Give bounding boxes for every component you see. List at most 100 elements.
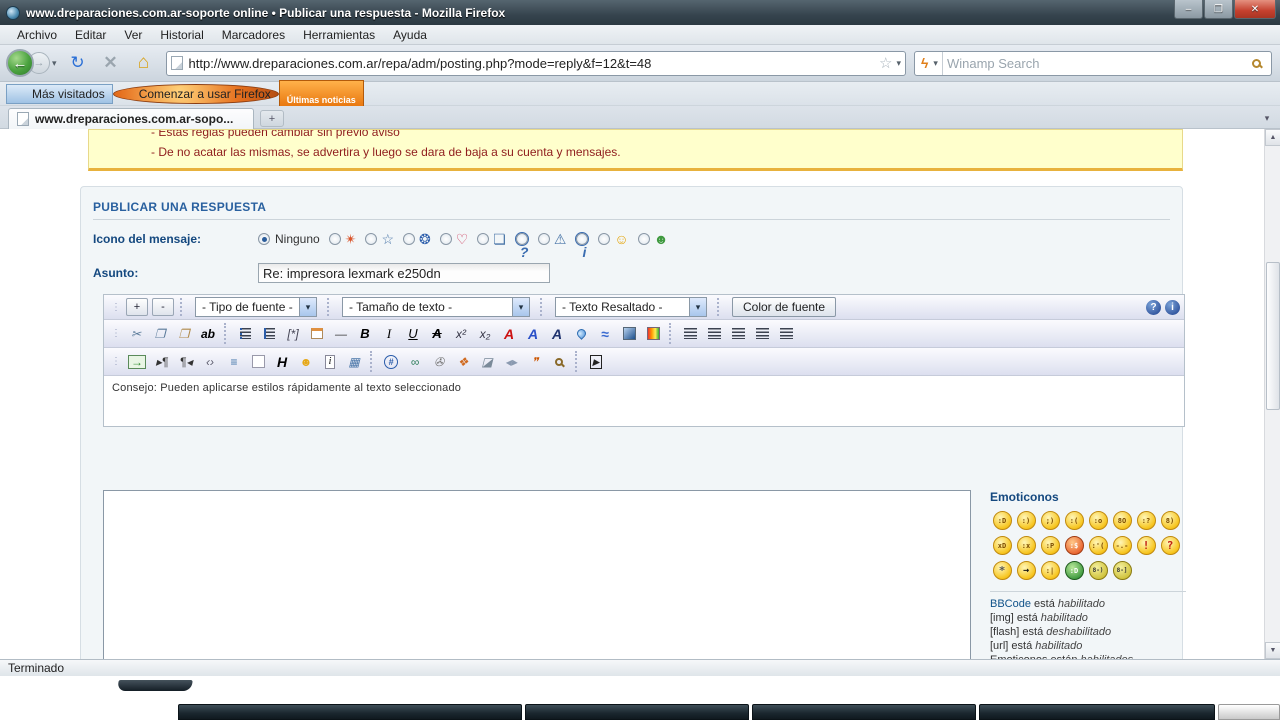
droplet-icon[interactable] — [570, 324, 592, 344]
exit-box-icon[interactable]: → — [125, 352, 149, 372]
emoticon-embarrassed[interactable]: :$ — [1062, 533, 1086, 558]
taskbar-button[interactable] — [752, 704, 976, 720]
bbcode-mascot-icon[interactable]: ❖ — [452, 352, 474, 372]
anchor-icon[interactable]: # — [380, 352, 402, 372]
home-icon[interactable]: ⌂ — [132, 51, 156, 75]
bold-icon[interactable]: B — [354, 324, 376, 344]
scrollbar-thumb[interactable] — [1266, 262, 1280, 410]
message-icon-radio[interactable] — [576, 233, 588, 245]
message-icon-radio[interactable] — [329, 233, 341, 245]
info-icon[interactable]: i — [1165, 300, 1180, 315]
emoticon-question[interactable]: ? — [1158, 533, 1182, 558]
url-dropdown-icon[interactable]: ▾ — [896, 58, 901, 69]
smiley-icon[interactable]: ☻ — [295, 352, 317, 372]
radioactive-icon[interactable]: ❂ — [403, 232, 431, 246]
taskbar-button[interactable] — [525, 704, 749, 720]
gradient-swatch-icon[interactable] — [618, 324, 640, 344]
scroll-down-icon[interactable]: ▼ — [1265, 642, 1280, 659]
search-magnifier-icon[interactable] — [1252, 59, 1261, 68]
taskbar-button[interactable] — [178, 704, 522, 720]
emoticon-laughing[interactable]: xD — [990, 533, 1014, 558]
code-icon[interactable]: ‹› — [199, 352, 221, 372]
subscript-icon[interactable]: x₂ — [474, 324, 496, 344]
scroll-up-icon[interactable]: ▲ — [1265, 129, 1280, 146]
menu-item[interactable]: Historial — [151, 26, 212, 44]
subject-input[interactable] — [258, 263, 550, 283]
ordered-list-icon[interactable] — [258, 324, 280, 344]
font-family-select[interactable]: - Tipo de fuente -▾ — [195, 297, 317, 317]
message-icon-none[interactable]: Ninguno — [258, 232, 320, 246]
search-input[interactable] — [947, 56, 1252, 71]
emoticon-mr-green[interactable]: :D — [1062, 558, 1086, 583]
blank-swatch-icon[interactable] — [247, 352, 269, 372]
paragraph-rtl-icon[interactable]: ¶◂ — [175, 352, 197, 372]
radio-none[interactable] — [258, 233, 270, 245]
emoticon-surprised[interactable]: :o — [1086, 508, 1110, 533]
emoticon-confused[interactable]: :? — [1134, 508, 1158, 533]
stop-icon[interactable]: ✕ — [99, 51, 123, 75]
speech-bubble-icon[interactable]: ❏ — [477, 232, 506, 246]
taskbar-button-active[interactable] — [1218, 704, 1280, 720]
bookmark-ultimas-noticias[interactable]: Últimas noticias — [279, 80, 364, 108]
attachment-icon[interactable]: ✇ — [428, 352, 450, 372]
rainbow-swatch-icon[interactable] — [642, 324, 664, 344]
media-icon[interactable]: ◂▸ — [500, 352, 522, 372]
emoticon-neutral[interactable]: :| — [1038, 558, 1062, 583]
align-justify-icon[interactable] — [679, 324, 701, 344]
emoticon-crying[interactable]: :'( — [1086, 533, 1110, 558]
font-family-icon[interactable]: A — [546, 324, 568, 344]
vertical-scrollbar[interactable]: ▲ ▼ — [1264, 129, 1280, 659]
quote-wedge-icon[interactable]: ❞ — [524, 352, 546, 372]
restore-button[interactable]: ❐ — [1204, 0, 1233, 19]
align-left-icon[interactable] — [703, 324, 725, 344]
taskbar-button[interactable] — [979, 704, 1215, 720]
bookmark-star-icon[interactable]: ☆ — [879, 54, 892, 72]
list-all-tabs-icon[interactable]: ▾ — [1258, 110, 1276, 127]
close-button[interactable]: ✕ — [1234, 0, 1276, 19]
horizontal-rule-icon[interactable]: — — [330, 324, 352, 344]
emoticon-rolleyes[interactable]: -.- — [1110, 533, 1134, 558]
cut-icon[interactable]: ✂ — [125, 324, 147, 344]
menu-item[interactable]: Ver — [115, 26, 151, 44]
code-block-icon[interactable]: ≡ — [223, 352, 245, 372]
heart-icon[interactable]: ♡ — [440, 232, 469, 246]
emoticon-sad[interactable]: :( — [1062, 508, 1086, 533]
menu-item[interactable]: Marcadores — [213, 26, 294, 44]
highlight-select[interactable]: - Texto Resaltado -▾ — [555, 297, 707, 317]
message-icon-radio[interactable] — [403, 233, 415, 245]
align-center-icon[interactable] — [727, 324, 749, 344]
paste-icon[interactable]: ❒ — [173, 324, 195, 344]
menu-item[interactable]: Archivo — [8, 26, 66, 44]
emoticon-wink[interactable]: ;) — [1038, 508, 1062, 533]
emoticon-very-happy[interactable]: :D — [990, 508, 1014, 533]
help-icon[interactable]: ? — [1146, 300, 1161, 315]
bullet-list-icon[interactable] — [234, 324, 256, 344]
new-tab-button[interactable]: + — [260, 110, 284, 127]
flame-icon[interactable]: ✴ — [329, 232, 357, 246]
smiley-green-icon[interactable]: ☻ — [638, 232, 669, 246]
font-size-select[interactable]: - Tamaño de texto -▾ — [342, 297, 530, 317]
search-bar[interactable]: ϟ ▾ — [914, 51, 1272, 76]
question-circle-icon[interactable]: ? — [515, 232, 529, 246]
font-color-button[interactable]: Color de fuente — [732, 297, 836, 317]
superscript-icon[interactable]: x² — [450, 324, 472, 344]
message-icon-radio[interactable] — [477, 233, 489, 245]
active-tab[interactable]: www.dreparaciones.com.ar-sopo... — [8, 108, 254, 129]
decrease-size-button[interactable]: - — [152, 298, 174, 316]
smiley-yellow-icon[interactable]: ☺ — [598, 232, 628, 246]
search-engine-dropdown-icon[interactable]: ▾ — [933, 58, 938, 69]
search-icon[interactable] — [548, 352, 570, 372]
strikethrough-icon[interactable]: A — [426, 324, 448, 344]
url-bar[interactable]: ☆ ▾ — [166, 51, 906, 76]
bookmark-mas-visitados[interactable]: Más visitados — [6, 84, 113, 104]
emoticon-mad[interactable]: :x — [1014, 533, 1038, 558]
copy-icon[interactable]: ❐ — [149, 324, 171, 344]
paragraph-ltr-icon[interactable]: ▸¶ — [151, 352, 173, 372]
increase-size-button[interactable]: + — [126, 298, 148, 316]
title-bar[interactable]: www.dreparaciones.com.ar-soporte online … — [0, 0, 1280, 25]
info-circle-icon[interactable]: i — [575, 232, 589, 246]
emoticon-exclaim[interactable]: ! — [1134, 533, 1158, 558]
emoticon-shocked[interactable]: 8O — [1110, 508, 1134, 533]
url-input[interactable] — [189, 56, 877, 71]
image-icon[interactable]: ◪ — [476, 352, 498, 372]
